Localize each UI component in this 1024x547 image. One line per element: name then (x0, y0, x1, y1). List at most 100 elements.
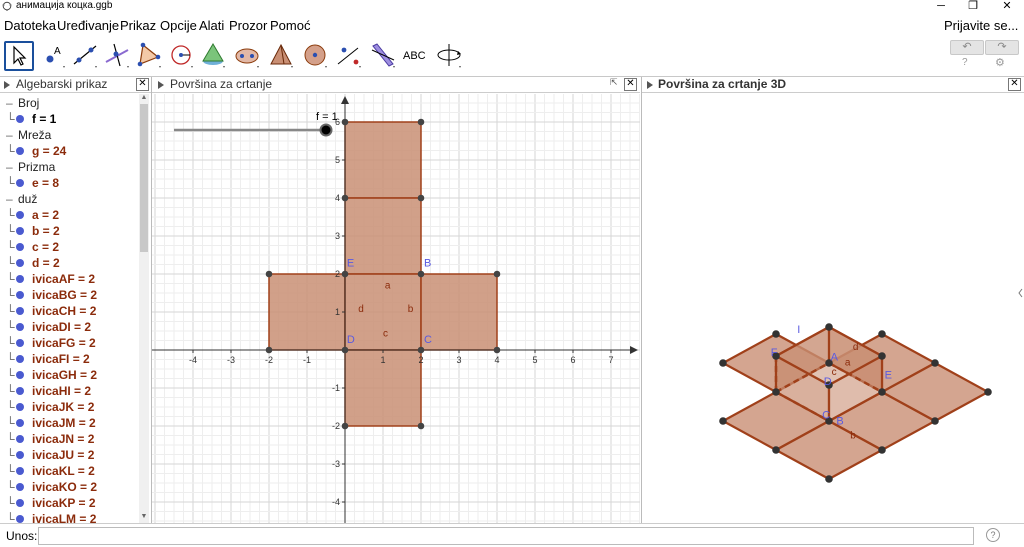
point-tool-button[interactable]: A (38, 40, 68, 70)
visibility-toggle-icon[interactable] (16, 515, 24, 523)
pyramid-icon (270, 43, 293, 68)
visibility-toggle-icon[interactable] (16, 243, 24, 251)
input-field[interactable] (38, 527, 974, 545)
angle-tool-button[interactable] (266, 40, 296, 70)
visibility-toggle-icon[interactable] (16, 467, 24, 475)
menu-edit[interactable]: Uređivanje (57, 18, 119, 34)
visibility-toggle-icon[interactable] (16, 147, 24, 155)
visibility-toggle-icon[interactable] (16, 387, 24, 395)
slider-tool-button[interactable] (368, 40, 398, 70)
undo-button[interactable]: ↶ (950, 40, 984, 55)
tree-collapse-icon[interactable]: – (6, 127, 13, 143)
scrollbar-thumb[interactable] (140, 104, 148, 252)
algebra-item[interactable]: └ ivicaHI = 2 (0, 383, 140, 399)
pyramid-tool-button[interactable] (198, 40, 228, 70)
settings-gear-icon[interactable]: ⚙ (995, 56, 1005, 69)
visibility-toggle-icon[interactable] (16, 259, 24, 267)
visibility-toggle-icon[interactable] (16, 211, 24, 219)
algebra-item[interactable]: └ ivicaBG = 2 (0, 287, 140, 303)
panel-toggle-icon[interactable] (4, 81, 10, 89)
algebra-item[interactable]: └ a = 2 (0, 207, 140, 223)
algebra-item[interactable]: └ ivicaGH = 2 (0, 367, 140, 383)
polygon-tool-button[interactable] (134, 40, 164, 70)
algebra-item[interactable]: └ ivicaDI = 2 (0, 319, 140, 335)
text-tool-button[interactable]: ABC (402, 40, 432, 70)
reflect-tool-button[interactable] (334, 40, 364, 70)
visibility-toggle-icon[interactable] (16, 275, 24, 283)
tree-collapse-icon[interactable]: – (6, 159, 13, 175)
restore-icon[interactable]: ❐ (958, 0, 988, 13)
algebra-item[interactable]: └ ivicaKL = 2 (0, 463, 140, 479)
ellipse-tool-button[interactable] (232, 40, 262, 70)
algebra-item[interactable]: └ c = 2 (0, 239, 140, 255)
visibility-toggle-icon[interactable] (16, 483, 24, 491)
visibility-toggle-icon[interactable] (16, 179, 24, 187)
menu-options[interactable]: Opcije (160, 18, 197, 34)
visibility-toggle-icon[interactable] (16, 435, 24, 443)
close-algebra-icon[interactable]: ✕ (136, 78, 149, 91)
redo-button[interactable]: ↷ (985, 40, 1019, 55)
visibility-toggle-icon[interactable] (16, 307, 24, 315)
algebra-item[interactable]: └ ivicaFI = 2 (0, 351, 140, 367)
algebra-item[interactable]: └ f = 1 (0, 111, 140, 127)
visibility-toggle-icon[interactable] (16, 291, 24, 299)
visibility-toggle-icon[interactable] (16, 115, 24, 123)
visibility-toggle-icon[interactable] (16, 227, 24, 235)
algebra-item[interactable]: └ ivicaKP = 2 (0, 495, 140, 511)
panel-toggle-icon[interactable] (158, 81, 164, 89)
perpendicular-tool-button[interactable] (102, 40, 132, 70)
menu-view[interactable]: Prikaz (120, 18, 156, 34)
visibility-toggle-icon[interactable] (16, 419, 24, 427)
sign-in-link[interactable]: Prijavite se... (944, 18, 1018, 33)
close-graphics-icon[interactable]: ✕ (624, 78, 637, 91)
visibility-toggle-icon[interactable] (16, 339, 24, 347)
close-3d-icon[interactable]: ✕ (1008, 78, 1021, 91)
minimize-icon[interactable]: ─ (926, 0, 956, 13)
visibility-toggle-icon[interactable] (16, 323, 24, 331)
move-tool-button[interactable] (4, 41, 34, 71)
algebra-item[interactable]: └ ivicaJU = 2 (0, 447, 140, 463)
circle-tool-button[interactable] (166, 40, 196, 70)
scroll-down-icon[interactable]: ▼ (140, 513, 148, 521)
algebra-item[interactable]: └ ivicaJM = 2 (0, 415, 140, 431)
menu-help[interactable]: Pomoć (270, 18, 310, 34)
rotate-view-tool-button[interactable] (434, 40, 464, 70)
close-window-icon[interactable]: ✕ (992, 0, 1022, 13)
scroll-up-icon[interactable]: ▲ (140, 94, 148, 102)
line-tool-button[interactable] (70, 40, 100, 70)
visibility-toggle-icon[interactable] (16, 451, 24, 459)
algebra-item[interactable]: └ b = 2 (0, 223, 140, 239)
help-icon[interactable]: ? (962, 57, 968, 68)
graphics-3d-canvas[interactable]: A BC D E F Ia b c d (642, 94, 1024, 523)
algebra-item[interactable]: └ ivicaLM = 2 (0, 511, 140, 523)
menu-file[interactable]: Datoteka (4, 18, 56, 34)
tree-collapse-icon[interactable]: – (6, 191, 13, 207)
visibility-toggle-icon[interactable] (16, 371, 24, 379)
sphere-tool-button[interactable] (300, 40, 330, 70)
algebra-item[interactable]: └ ivicaKO = 2 (0, 479, 140, 495)
menu-tools[interactable]: Alati (199, 18, 224, 34)
menu-window[interactable]: Prozor (229, 18, 267, 34)
undock-icon[interactable]: ⇱ (610, 77, 618, 88)
tree-collapse-icon[interactable]: – (6, 95, 13, 111)
graphics-canvas[interactable]: -4 -3 -2 -1 1 2 3 4 5 6 7-4-3-2-1123456BCDEabcdf =… (152, 94, 640, 523)
algebra-item[interactable]: └ ivicaFG = 2 (0, 335, 140, 351)
algebra-item[interactable]: └ ivicaAF = 2 (0, 271, 140, 287)
algebra-item[interactable]: └ g = 24 (0, 143, 140, 159)
algebra-group[interactable]: – Broj (0, 95, 140, 111)
visibility-toggle-icon[interactable] (16, 403, 24, 411)
algebra-group[interactable]: – Prizma (0, 159, 140, 175)
panel-toggle-icon[interactable] (647, 81, 653, 89)
algebra-item[interactable]: └ ivicaJK = 2 (0, 399, 140, 415)
algebra-item[interactable]: └ ivicaCH = 2 (0, 303, 140, 319)
algebra-group[interactable]: – duž (0, 191, 140, 207)
visibility-toggle-icon[interactable] (16, 499, 24, 507)
visibility-toggle-icon[interactable] (16, 355, 24, 363)
algebra-item[interactable]: └ e = 8 (0, 175, 140, 191)
algebra-item[interactable]: └ ivicaJN = 2 (0, 431, 140, 447)
slider-knob[interactable] (319, 123, 333, 137)
input-help-icon[interactable]: ? (986, 528, 1000, 542)
algebra-group[interactable]: – Mreža (0, 127, 140, 143)
algebra-scrollbar[interactable]: ▲ ▼ (139, 94, 149, 523)
algebra-item[interactable]: └ d = 2 (0, 255, 140, 271)
